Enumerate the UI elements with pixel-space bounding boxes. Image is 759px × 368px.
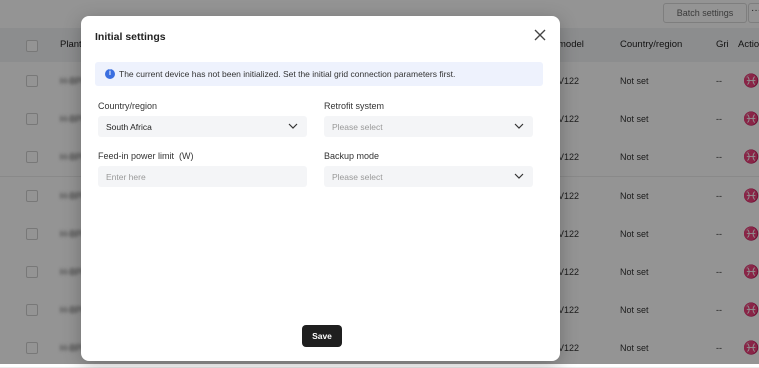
info-text: The current device has not been initiali… — [119, 69, 456, 79]
dialog-title: Initial settings — [95, 31, 166, 43]
feed-in-power-limit-input[interactable]: Enter here — [98, 166, 307, 187]
country-region-select[interactable]: South Africa — [98, 116, 307, 137]
save-button[interactable]: Save — [302, 325, 342, 347]
chevron-down-icon — [514, 173, 524, 179]
feed-in-power-limit-placeholder: Enter here — [106, 172, 146, 182]
initial-settings-dialog: Initial settings i The current device ha… — [81, 16, 560, 361]
close-icon[interactable] — [533, 28, 547, 42]
retrofit-system-label: Retrofit system — [324, 101, 385, 111]
chevron-down-icon — [288, 123, 298, 129]
country-region-value: South Africa — [106, 122, 152, 132]
info-banner: i The current device has not been initia… — [95, 62, 543, 86]
country-region-label: Country/region — [98, 101, 158, 111]
backup-mode-placeholder: Please select — [332, 172, 383, 182]
chevron-down-icon — [514, 123, 524, 129]
retrofit-system-select[interactable]: Please select — [324, 116, 533, 137]
backup-mode-label: Backup mode — [324, 151, 380, 161]
retrofit-system-placeholder: Please select — [332, 122, 383, 132]
backup-mode-select[interactable]: Please select — [324, 166, 533, 187]
feed-in-power-limit-label: Feed-in power limit (W) — [98, 151, 194, 161]
info-icon: i — [105, 69, 115, 79]
